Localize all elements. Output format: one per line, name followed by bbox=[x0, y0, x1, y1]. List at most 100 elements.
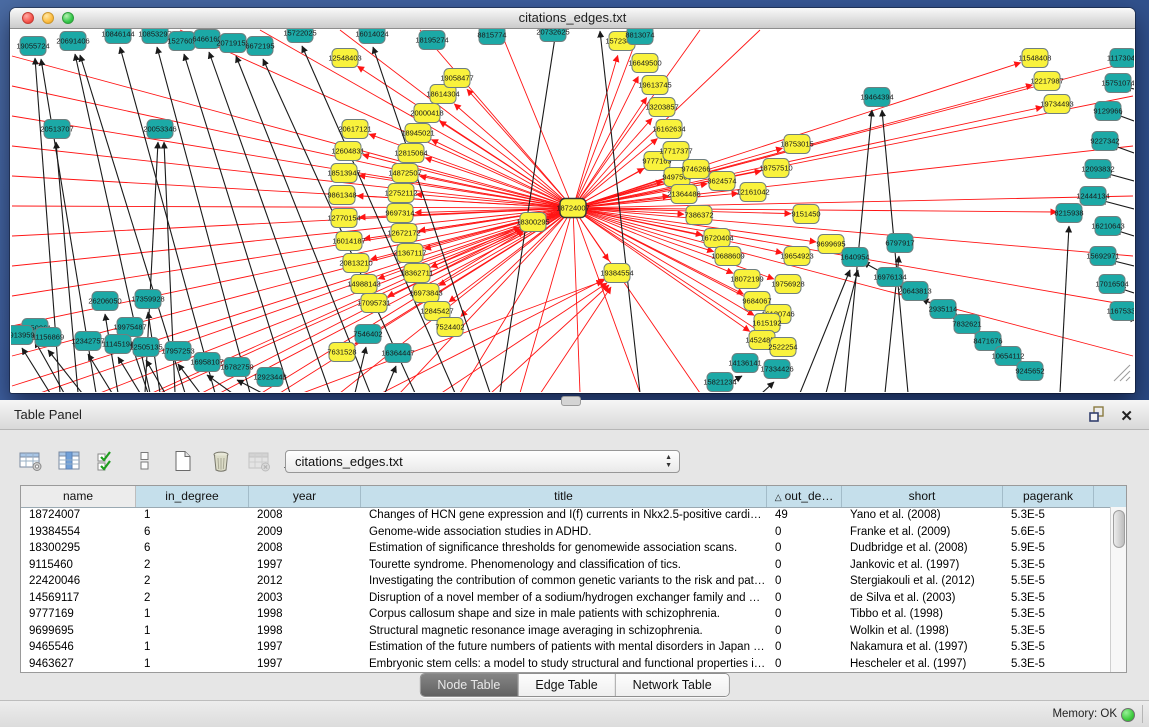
graph-node[interactable]: 7631528 bbox=[327, 343, 356, 362]
new-table-icon[interactable] bbox=[170, 448, 196, 474]
graph-node[interactable]: 15751074 bbox=[1101, 74, 1134, 93]
table-cell[interactable]: 14569117 bbox=[21, 590, 136, 607]
graph-node[interactable]: 19058477 bbox=[440, 69, 473, 88]
graph-node[interactable]: 16014187 bbox=[332, 232, 365, 251]
column-header-in-degree[interactable]: in_degree bbox=[136, 486, 249, 507]
table-row[interactable]: 946362711997Embryonic stem cells: a mode… bbox=[21, 656, 1111, 673]
graph-node[interactable]: 14872507 bbox=[388, 164, 421, 183]
table-cell[interactable]: 2 bbox=[136, 557, 249, 574]
row-height-icon[interactable] bbox=[132, 448, 158, 474]
table-cell[interactable]: Jankovic et al. (1997) bbox=[842, 557, 1003, 574]
graph-node[interactable]: 18362711 bbox=[401, 264, 434, 283]
table-cell[interactable]: 5.3E-5 bbox=[1003, 639, 1094, 656]
table-cell[interactable]: 2012 bbox=[249, 573, 361, 590]
table-cell[interactable]: 9777169 bbox=[21, 606, 136, 623]
table-cell[interactable]: 0 bbox=[767, 573, 842, 590]
table-row[interactable]: 1830029562008Estimation of significance … bbox=[21, 540, 1111, 557]
table-cell[interactable]: 1997 bbox=[249, 639, 361, 656]
graph-node[interactable]: 20691406 bbox=[56, 32, 89, 51]
graph-node[interactable]: 7832621 bbox=[952, 315, 981, 334]
minimize-button[interactable] bbox=[42, 12, 54, 24]
float-panel-icon[interactable] bbox=[1089, 406, 1105, 427]
graph-node[interactable]: 7524402 bbox=[435, 318, 464, 337]
table-cell[interactable]: Tourette syndrome. Phenomenology and cla… bbox=[361, 557, 767, 574]
graph-node[interactable]: 12505135 bbox=[129, 338, 162, 357]
graph-node[interactable]: 12217987 bbox=[1030, 72, 1063, 91]
graph-node[interactable]: 1615192 bbox=[752, 314, 781, 333]
show-column-icon[interactable] bbox=[56, 448, 82, 474]
graph-node[interactable]: 9245652 bbox=[1015, 362, 1044, 381]
table-cell[interactable]: 5.6E-5 bbox=[1003, 524, 1094, 541]
table-cell[interactable]: 5.3E-5 bbox=[1003, 590, 1094, 607]
table-cell[interactable]: 0 bbox=[767, 623, 842, 640]
table-cell[interactable]: Yano et al. (2008) bbox=[842, 507, 1003, 524]
graph-node[interactable]: 20053346 bbox=[143, 120, 176, 139]
graph-node[interactable]: 17016504 bbox=[1095, 275, 1128, 294]
graph-node[interactable]: 18513947 bbox=[327, 164, 360, 183]
table-cell[interactable]: 1997 bbox=[249, 557, 361, 574]
table-cell[interactable]: 9115460 bbox=[21, 557, 136, 574]
table-vertical-scrollbar[interactable] bbox=[1110, 507, 1126, 672]
table-cell[interactable]: Dudbridge et al. (2008) bbox=[842, 540, 1003, 557]
table-row[interactable]: 1938455462009Genome-wide association stu… bbox=[21, 524, 1111, 541]
graph-node[interactable]: 15692971 bbox=[1086, 247, 1119, 266]
graph-node[interactable]: 13203857 bbox=[645, 98, 678, 117]
table-cell[interactable]: 49 bbox=[767, 507, 842, 524]
graph-node[interactable]: 11675334 bbox=[1107, 302, 1134, 321]
table-cell[interactable]: Corpus callosum shape and size in male p… bbox=[361, 606, 767, 623]
table-cell[interactable]: 1 bbox=[136, 639, 249, 656]
table-cell[interactable]: Investigating the contribution of common… bbox=[361, 573, 767, 590]
graph-node[interactable]: 16973843 bbox=[409, 284, 442, 303]
table-cell[interactable]: 9465546 bbox=[21, 639, 136, 656]
graph-node[interactable]: 18724007 bbox=[556, 199, 589, 218]
graph-node[interactable]: 11548408 bbox=[1019, 49, 1052, 68]
column-header-pagerank[interactable]: pagerank bbox=[1003, 486, 1094, 507]
graph-node[interactable]: 9746266 bbox=[681, 160, 710, 179]
column-header-year[interactable]: year bbox=[249, 486, 361, 507]
table-cell[interactable]: Estimation of the future numbers of pati… bbox=[361, 639, 767, 656]
graph-node[interactable]: 17334426 bbox=[760, 360, 793, 379]
graph-node[interactable]: 11156869 bbox=[32, 328, 64, 347]
table-row[interactable]: 1872400712008Changes of HCN gene express… bbox=[21, 507, 1111, 524]
graph-node[interactable]: 12672172 bbox=[387, 224, 420, 243]
graph-node[interactable]: 20000418 bbox=[410, 104, 443, 123]
table-cell[interactable]: Wolkin et al. (1998) bbox=[842, 623, 1003, 640]
graph-node[interactable]: 20643813 bbox=[898, 282, 931, 301]
table-cell[interactable]: 2008 bbox=[249, 507, 361, 524]
table-cell[interactable]: 0 bbox=[767, 540, 842, 557]
graph-node[interactable]: 16162634 bbox=[652, 120, 685, 139]
table-row[interactable]: 2242004622012Investigating the contribut… bbox=[21, 573, 1111, 590]
graph-node[interactable]: 19464394 bbox=[860, 88, 893, 107]
table-settings-icon[interactable] bbox=[18, 448, 44, 474]
table-cell[interactable]: 1998 bbox=[249, 606, 361, 623]
table-cell[interactable]: 0 bbox=[767, 557, 842, 574]
table-cell[interactable]: 2 bbox=[136, 573, 249, 590]
table-cell[interactable]: 6 bbox=[136, 524, 249, 541]
table-cell[interactable]: 2003 bbox=[249, 590, 361, 607]
table-cell[interactable]: 1 bbox=[136, 606, 249, 623]
column-header-out-de-[interactable]: △out_de… bbox=[767, 486, 842, 507]
table-cell[interactable]: 2008 bbox=[249, 540, 361, 557]
graph-node[interactable]: 11173049 bbox=[1107, 49, 1134, 68]
graph-node[interactable]: 16720404 bbox=[700, 229, 733, 248]
graph-node[interactable]: 8215938 bbox=[1054, 204, 1083, 223]
graph-node[interactable]: 9861348 bbox=[327, 186, 356, 205]
column-header-title[interactable]: title bbox=[361, 486, 767, 507]
table-cell[interactable]: Changes of HCN gene expression and I(f) … bbox=[361, 507, 767, 524]
graph-node[interactable]: 19734493 bbox=[1040, 95, 1073, 114]
graph-node[interactable]: 18300295 bbox=[516, 213, 549, 232]
graph-node[interactable]: 10846144 bbox=[101, 29, 134, 44]
table-cell[interactable]: 2 bbox=[136, 590, 249, 607]
table-row[interactable]: 977716911998Corpus callosum shape and si… bbox=[21, 606, 1111, 623]
graph-node[interactable]: 19756928 bbox=[771, 275, 804, 294]
graph-node[interactable]: 16958107 bbox=[190, 353, 223, 372]
graph-node[interactable]: 9227342 bbox=[1090, 132, 1119, 151]
graph-node[interactable]: 19654923 bbox=[780, 247, 813, 266]
graph-node[interactable]: 18753015 bbox=[780, 135, 813, 154]
table-row[interactable]: 969969511998Structural magnetic resonanc… bbox=[21, 623, 1111, 640]
graph-node[interactable]: 20813210 bbox=[339, 254, 372, 273]
table-cell[interactable]: 5.3E-5 bbox=[1003, 606, 1094, 623]
table-cell[interactable]: 0 bbox=[767, 524, 842, 541]
table-cell[interactable]: 5.5E-5 bbox=[1003, 573, 1094, 590]
table-cell[interactable]: 5.3E-5 bbox=[1003, 656, 1094, 673]
